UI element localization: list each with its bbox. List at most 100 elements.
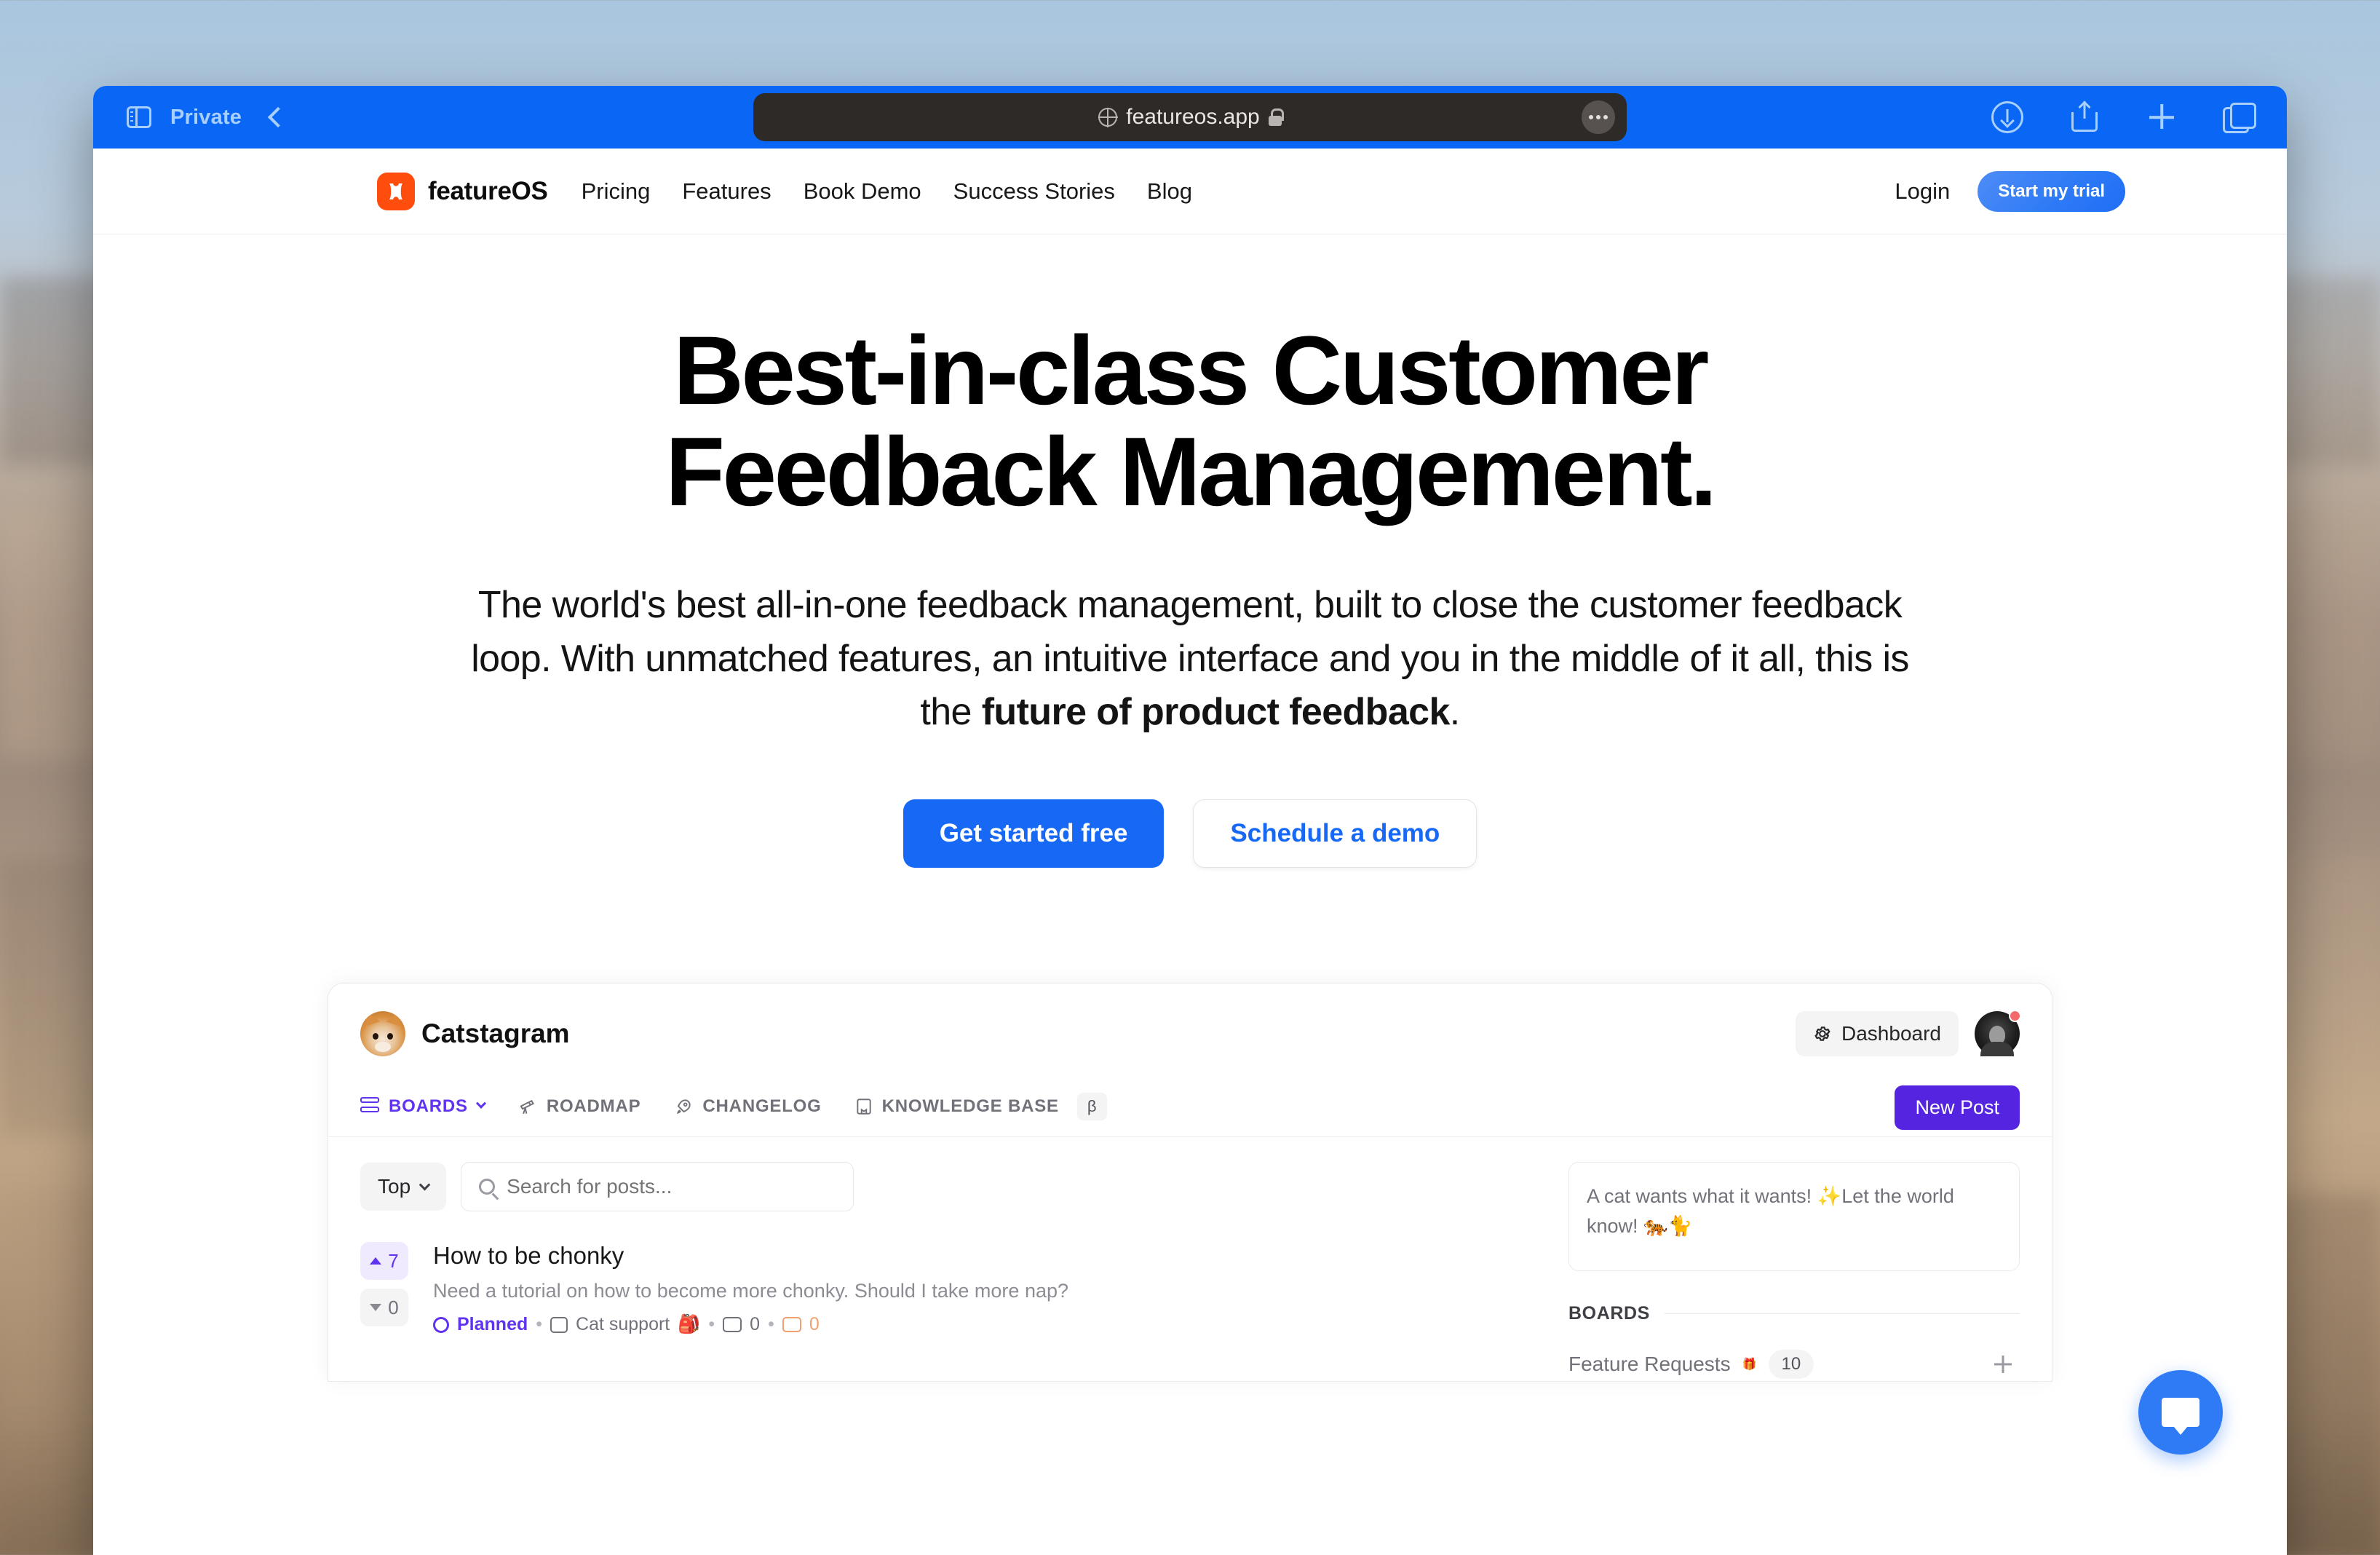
- nav-link-pricing[interactable]: Pricing: [582, 178, 651, 205]
- share-icon[interactable]: [2068, 100, 2101, 133]
- browser-toolbar: Private featureos.app: [93, 86, 2287, 149]
- telescope-icon: [520, 1100, 534, 1115]
- sort-select-value: Top: [378, 1175, 411, 1198]
- post-board-emoji: 🎒: [678, 1314, 701, 1335]
- tab-roadmap-label: ROADMAP: [546, 1096, 641, 1117]
- downvote-count: 0: [388, 1296, 399, 1318]
- plus-icon[interactable]: [1986, 1348, 2020, 1381]
- upvote-button[interactable]: 7: [360, 1242, 408, 1281]
- more-dots-icon[interactable]: [1582, 100, 1615, 134]
- tab-roadmap[interactable]: ROADMAP: [518, 1082, 641, 1133]
- cat-avatar: [360, 1011, 405, 1057]
- gear-icon: [1814, 1026, 1830, 1041]
- start-trial-button[interactable]: Start my trial: [1978, 170, 2125, 212]
- preview-tabs: BOARDS ROADMAP CHANGELOG KNOWLEDGE BASE …: [328, 1078, 2052, 1138]
- reply-icon: [782, 1317, 801, 1333]
- status-circle-icon: [433, 1316, 449, 1333]
- tab-changelog[interactable]: CHANGELOG: [674, 1082, 821, 1133]
- search-box[interactable]: [461, 1162, 854, 1212]
- toolbar-left-group: Private: [127, 105, 289, 130]
- nav-link-features[interactable]: Features: [682, 178, 771, 205]
- nav-right-group: Login Start my trial: [1895, 170, 2125, 212]
- new-post-button[interactable]: New Post: [1895, 1085, 2020, 1130]
- hero-subtitle: The world's best all-in-one feedback man…: [462, 579, 1918, 740]
- post-meta: Planned • Cat support 🎒 • 0 • 0: [433, 1314, 1068, 1335]
- download-icon[interactable]: [1991, 101, 2023, 133]
- reply-count: 0: [809, 1314, 820, 1335]
- search-input[interactable]: [507, 1175, 836, 1199]
- headline-line-1: Best-in-class Customer: [673, 317, 1709, 425]
- tab-boards[interactable]: BOARDS: [360, 1082, 486, 1133]
- triangle-down-icon: [370, 1304, 382, 1312]
- brand-name: featureOS: [428, 176, 548, 205]
- schedule-demo-button[interactable]: Schedule a demo: [1193, 799, 1477, 868]
- nav-link-blog[interactable]: Blog: [1147, 178, 1192, 205]
- headline-line-2: Feedback Management.: [665, 418, 1717, 527]
- meta-separator: •: [768, 1314, 774, 1335]
- comment-count: 0: [750, 1314, 761, 1335]
- browser-window: Private featureos.app featureOS Pricing …: [93, 86, 2287, 1555]
- brand[interactable]: featureOS: [377, 172, 548, 210]
- plus-icon[interactable]: [2146, 101, 2178, 133]
- sidebar-item-feature-requests[interactable]: Feature Requests 🎁 10: [1568, 1348, 2020, 1381]
- globe-icon: [1098, 108, 1118, 127]
- filter-row: Top: [360, 1162, 1536, 1212]
- private-mode-label: Private: [170, 105, 242, 129]
- board-emoji: 🎁: [1742, 1358, 1757, 1372]
- subtitle-emphasis: future of product feedback: [981, 691, 1451, 734]
- site-navigation: featureOS Pricing Features Book Demo Suc…: [93, 149, 2287, 234]
- board-count-badge: 10: [1768, 1350, 1814, 1380]
- toolbar-right-group: [1991, 100, 2256, 133]
- search-icon: [479, 1179, 496, 1195]
- sidebar-icon[interactable]: [127, 106, 151, 128]
- status-badge: Planned: [457, 1314, 528, 1335]
- dashboard-button[interactable]: Dashboard: [1796, 1011, 1959, 1057]
- dashboard-button-label: Dashboard: [1841, 1022, 1941, 1045]
- get-started-button[interactable]: Get started free: [903, 799, 1165, 868]
- nav-links: Pricing Features Book Demo Success Stori…: [582, 178, 1192, 205]
- board-icon: [550, 1316, 568, 1333]
- sort-select[interactable]: Top: [360, 1163, 447, 1211]
- tab-overview-icon[interactable]: [2223, 103, 2256, 133]
- preview-header: Catstagram Dashboard: [328, 984, 2052, 1078]
- post-content: How to be chonky Need a tutorial on how …: [433, 1242, 1068, 1335]
- subtitle-part-2: .: [1449, 691, 1460, 734]
- hero-section: Best-in-class Customer Feedback Manageme…: [93, 234, 2287, 868]
- divider: [1664, 1313, 2020, 1315]
- preview-header-actions: Dashboard: [1796, 1010, 2021, 1057]
- app-preview: Catstagram Dashboard BOARDS ROADMAP CHAN…: [328, 983, 2052, 1382]
- sidebar-boards-header: BOARDS: [1568, 1303, 2020, 1324]
- rocket-icon: [677, 1099, 691, 1115]
- tab-knowledge-base-label: KNOWLEDGE BASE: [881, 1096, 1059, 1117]
- board-name: Feature Requests: [1568, 1353, 1731, 1376]
- upvote-count: 7: [388, 1249, 399, 1272]
- lock-icon: [1268, 108, 1284, 126]
- cta-row: Get started free Schedule a demo: [93, 799, 2287, 868]
- list-item[interactable]: 7 0 How to be chonky Need a tutorial on …: [360, 1242, 1536, 1335]
- avatar[interactable]: [1975, 1010, 2021, 1057]
- tab-changelog-label: CHANGELOG: [702, 1096, 822, 1117]
- preview-body: Top 7: [328, 1137, 2052, 1381]
- triangle-up-icon: [370, 1257, 382, 1265]
- nav-link-book-demo[interactable]: Book Demo: [804, 178, 921, 205]
- promo-card: A cat wants what it wants! ✨Let the worl…: [1568, 1162, 2020, 1272]
- comment-icon: [723, 1317, 742, 1333]
- chat-bubble-icon: [2162, 1398, 2199, 1427]
- workspace-name: Catstagram: [421, 1018, 570, 1049]
- meta-separator: •: [708, 1314, 715, 1335]
- login-link[interactable]: Login: [1895, 178, 1950, 205]
- featureos-logo-icon: [377, 172, 415, 210]
- notification-dot: [2009, 1010, 2021, 1023]
- downvote-button[interactable]: 0: [360, 1289, 408, 1327]
- nav-link-success-stories[interactable]: Success Stories: [953, 178, 1115, 205]
- post-board-name[interactable]: Cat support: [576, 1314, 670, 1335]
- post-description: Need a tutorial on how to become more ch…: [433, 1280, 1069, 1302]
- chat-widget-button[interactable]: [2138, 1370, 2223, 1455]
- address-bar[interactable]: featureos.app: [753, 93, 1627, 141]
- post-title[interactable]: How to be chonky: [433, 1242, 1068, 1270]
- vote-controls: 7 0: [360, 1242, 408, 1335]
- chevron-left-icon[interactable]: [267, 106, 289, 128]
- tab-knowledge-base[interactable]: KNOWLEDGE BASE β: [855, 1078, 1108, 1136]
- chevron-down-icon: [419, 1179, 431, 1191]
- url-text: featureos.app: [1126, 105, 1260, 129]
